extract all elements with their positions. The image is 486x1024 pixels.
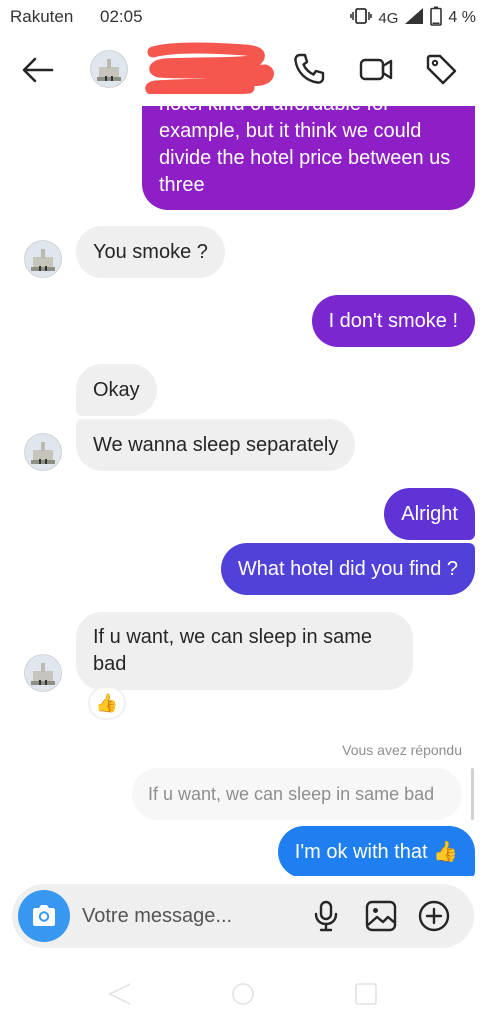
back-button[interactable] <box>20 52 56 88</box>
incoming-message[interactable]: We wanna sleep separately <box>76 419 356 471</box>
triangle-back-icon <box>108 983 131 1005</box>
nav-recents-button[interactable] <box>352 980 380 1008</box>
sender-avatar[interactable] <box>24 654 62 692</box>
nav-back-button[interactable] <box>106 980 134 1008</box>
tag-button[interactable] <box>424 52 458 86</box>
voice-message-button[interactable] <box>309 899 343 933</box>
android-navigation-bar <box>0 960 486 1024</box>
incoming-message[interactable]: You smoke ? <box>76 226 225 278</box>
outgoing-message[interactable]: What hotel did you find ? <box>220 543 475 595</box>
call-button[interactable] <box>292 52 326 86</box>
contact-avatar[interactable] <box>90 50 128 88</box>
battery-percent: 4 % <box>448 9 476 26</box>
chat-header <box>0 34 486 106</box>
conversation-thread[interactable]: hotel kind of affordable for example, bu… <box>0 106 486 876</box>
status-bar: Rakuten 02:05 4G 4 % <box>0 0 486 34</box>
add-button[interactable] <box>417 899 451 933</box>
sender-avatar[interactable] <box>24 433 62 471</box>
replied-message-quote[interactable]: If u want, we can sleep in same bad <box>132 768 462 820</box>
circle-home-icon <box>232 983 254 1005</box>
reaction-badge[interactable]: 👍 <box>88 686 126 720</box>
sender-avatar[interactable] <box>24 240 62 278</box>
vibrate-icon <box>350 8 373 28</box>
camera-icon <box>33 905 55 926</box>
incoming-message[interactable]: If u want, we can sleep in same bad <box>76 612 413 690</box>
tag-icon <box>426 54 457 85</box>
thumbs-up-icon: 👍 <box>95 692 119 713</box>
status-time: 02:05 <box>100 7 143 26</box>
redacted-contact-name <box>145 42 275 97</box>
video-camera-icon <box>359 58 393 81</box>
gallery-button[interactable] <box>364 899 398 933</box>
outgoing-message[interactable]: hotel kind of affordable for example, bu… <box>142 106 475 210</box>
outgoing-message[interactable]: Alright <box>384 488 475 540</box>
image-icon <box>365 900 397 932</box>
microphone-icon <box>314 900 338 932</box>
outgoing-message[interactable]: I don't smoke ! <box>311 295 475 347</box>
signal-icon <box>404 7 424 29</box>
reply-label: Vous avez répondu <box>342 742 462 758</box>
reply-indicator-bar <box>471 768 474 820</box>
network-type: 4G <box>378 9 399 27</box>
phone-icon <box>294 53 325 84</box>
plus-circle-icon <box>418 900 450 932</box>
battery-icon <box>430 6 443 30</box>
outgoing-message[interactable]: I'm ok with that 👍 <box>277 826 475 876</box>
message-composer <box>12 884 474 948</box>
nav-home-button[interactable] <box>229 980 257 1008</box>
message-input[interactable] <box>82 898 292 934</box>
status-icons: 4G 4 % <box>350 6 476 30</box>
arrow-left-icon <box>22 57 54 83</box>
carrier-name: Rakuten <box>10 7 74 26</box>
video-call-button[interactable] <box>358 52 393 86</box>
camera-button[interactable] <box>18 890 70 942</box>
incoming-message[interactable]: Okay <box>76 364 157 416</box>
square-recents-icon <box>355 983 377 1005</box>
